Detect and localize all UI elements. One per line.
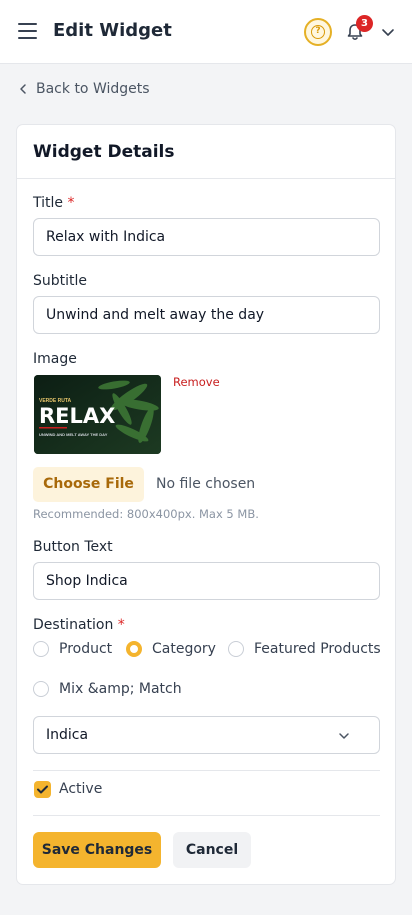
destination-label: Destination * [33,617,125,633]
radio-option-featured-products[interactable]: Featured Products [228,641,381,657]
divider [33,815,380,816]
chevron-down-icon [339,733,349,739]
cancel-button[interactable]: Cancel [173,832,251,868]
required-marker: * [67,195,75,211]
file-status-text: No file chosen [156,476,256,492]
title-label-text: Title [33,195,64,211]
hamburger-menu-icon[interactable] [18,23,37,39]
back-to-widgets-link[interactable]: Back to Widgets [18,81,150,97]
radio-button-selected[interactable] [126,641,142,657]
button-text-input[interactable]: Shop Indica [33,562,380,600]
save-changes-button[interactable]: Save Changes [33,832,161,868]
checkmark-icon [37,785,48,794]
image-hint: Recommended: 800x400px. Max 5 MB. [33,507,259,521]
card-header: Widget Details [17,125,395,179]
subtitle-input[interactable]: Unwind and melt away the day [33,296,380,334]
radio-button[interactable] [33,641,49,657]
title-input[interactable]: Relax with Indica [33,218,380,256]
back-link-label: Back to Widgets [36,81,150,97]
button-text-label: Button Text [33,539,113,555]
radio-label: Mix &amp; Match [59,681,182,697]
subtitle-label: Subtitle [33,273,88,289]
chevron-left-icon [20,84,26,94]
destination-select[interactable]: Indica [33,716,380,754]
image-label: Image [33,351,77,367]
radio-button[interactable] [33,681,49,697]
remove-image-link[interactable]: Remove [173,375,220,389]
title-label: Title * [33,195,74,211]
destination-label-text: Destination [33,617,114,633]
active-checkbox[interactable] [34,781,51,798]
notification-badge: 3 [356,15,373,32]
chevron-down-icon[interactable] [380,24,396,40]
required-marker: * [117,617,125,633]
top-bar: Edit Widget ? 3 [0,0,412,64]
thumbnail-tagline: UNWIND AND MELT AWAY THE DAY [39,432,108,437]
radio-option-mix-match[interactable]: Mix &amp; Match [33,681,182,697]
help-button[interactable]: ? [304,18,332,46]
radio-button[interactable] [228,641,244,657]
thumbnail-graphic: VERDE RUTA RELAX UNWIND AND MELT AWAY TH… [34,375,161,454]
choose-file-button[interactable]: Choose File [33,467,144,502]
widget-image-thumbnail: VERDE RUTA RELAX UNWIND AND MELT AWAY TH… [34,375,161,454]
divider [33,770,380,771]
page-title: Edit Widget [53,20,172,41]
question-circle-icon: ? [311,25,325,39]
radio-label: Product [59,641,113,657]
radio-label: Featured Products [254,641,381,657]
radio-option-product[interactable]: Product [33,641,112,657]
thumbnail-underline [39,427,67,429]
card-title: Widget Details [33,142,175,162]
radio-label: Category [152,641,216,657]
widget-details-card: Widget Details Title * Relax with Indica… [16,124,396,885]
thumbnail-headline: RELAX [39,404,115,428]
active-label: Active [59,781,103,797]
radio-option-category[interactable]: Category [126,641,216,657]
